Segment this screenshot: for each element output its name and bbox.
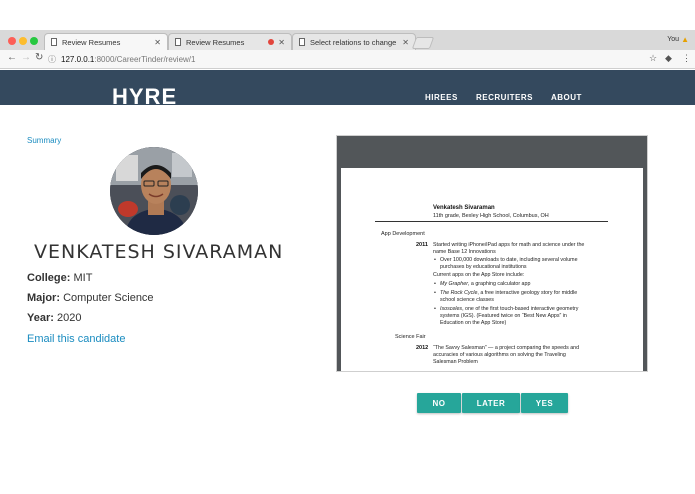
- resume-year-2012: 2012: [416, 345, 429, 351]
- resume-name: Venkatesh Sivaraman: [433, 205, 495, 211]
- year-value: 2020: [56, 312, 82, 324]
- later-button[interactable]: LATER: [462, 393, 520, 413]
- resume-app-item: Isosceles, one of the first touch-based …: [440, 306, 578, 312]
- viewer-border-left: [337, 168, 341, 371]
- tab-label: Select relations to change | Dj: [310, 37, 398, 47]
- resume-line: Started writing iPhone/iPad apps for mat…: [433, 242, 585, 248]
- resume-section-app-dev: App Development: [381, 231, 425, 237]
- resume-line: systems (IGS). (Featured twice on “Best …: [440, 313, 567, 319]
- yes-button[interactable]: YES: [521, 393, 568, 413]
- resume-app-item: The Rock Cycle, a free interactive geolo…: [440, 290, 577, 296]
- close-tab-icon[interactable]: ✕: [278, 38, 285, 47]
- email-candidate-link[interactable]: Email this candidate: [27, 333, 125, 345]
- major-row: Major: Computer Science: [27, 292, 154, 304]
- tab-label: Review Resumes: [62, 37, 121, 47]
- maximize-window-icon[interactable]: [30, 37, 38, 45]
- major-value: Computer Science: [63, 292, 154, 304]
- url-host: 127.0.0.1: [61, 54, 95, 64]
- college-label: College:: [27, 272, 71, 284]
- resume-line: school science classes: [440, 297, 494, 303]
- bookmark-star-icon[interactable]: ☆: [649, 53, 657, 64]
- bullet-icon: •: [434, 281, 436, 287]
- info-icon[interactable]: ⓘ: [48, 54, 56, 65]
- resume-line: Salesman Problem: [433, 359, 478, 365]
- desktop-band: [0, 0, 695, 30]
- resume-viewer[interactable]: Venkatesh Sivaraman 11th grade, Bexley H…: [336, 135, 648, 372]
- app-title: Isosceles: [440, 306, 463, 312]
- menu-icon[interactable]: ⋮: [682, 53, 691, 64]
- avatar: [110, 147, 198, 235]
- year-row: Year: 2020: [27, 312, 81, 324]
- site-header: HYRE HIREES RECRUITERS ABOUT: [0, 70, 695, 105]
- site-logo[interactable]: HYRE: [112, 84, 177, 105]
- resume-line: Current apps on the App Store include:: [433, 272, 525, 278]
- resume-section-science-fair: Science Fair: [395, 334, 426, 340]
- resume-line: name Base 12 Innovations: [433, 249, 496, 255]
- resume-line: Over 100,000 downloads to date, includin…: [440, 257, 578, 263]
- resume-line: Education on the App Store): [440, 320, 507, 326]
- resume-app-item: My Grapher, a graphing calculator app: [440, 281, 530, 287]
- resume-line: purchases by educational institutions: [440, 264, 527, 270]
- document-icon: [299, 38, 305, 46]
- resume-line: accuracies of various algorithms on solv…: [433, 352, 566, 358]
- resume-divider: [375, 221, 608, 222]
- close-tab-icon[interactable]: ✕: [154, 38, 161, 47]
- extension-icon[interactable]: ◆: [665, 53, 672, 64]
- college-value: MIT: [73, 272, 93, 284]
- app-desc: , a graphing calculator app: [467, 281, 531, 287]
- minimize-window-icon[interactable]: [19, 37, 27, 45]
- recording-icon: [268, 39, 275, 45]
- tab-select-relations[interactable]: Select relations to change | Dj ✕: [292, 33, 416, 50]
- close-window-icon[interactable]: [8, 37, 16, 45]
- avatar-photo: [110, 147, 198, 235]
- forward-icon[interactable]: →: [21, 52, 31, 63]
- app-title: My Grapher: [440, 281, 468, 287]
- viewer-border-right: [643, 168, 647, 371]
- resume-year-2011: 2011: [416, 242, 428, 248]
- back-icon[interactable]: ←: [7, 52, 17, 63]
- major-label: Major:: [27, 292, 60, 304]
- close-tab-icon[interactable]: ✕: [402, 38, 409, 47]
- no-button[interactable]: NO: [417, 393, 461, 413]
- nav-about[interactable]: ABOUT: [551, 93, 582, 102]
- address-bar[interactable]: ⓘ 127.0.0.1 :8000/CareerTinder/review/1: [48, 52, 648, 66]
- bullet-icon: •: [434, 257, 436, 263]
- tab-review-resumes-1[interactable]: Review Resumes ✕: [44, 33, 168, 50]
- profile-label[interactable]: You: [667, 36, 679, 43]
- nav-recruiters[interactable]: RECRUITERS: [476, 93, 533, 102]
- college-row: College: MIT: [27, 272, 92, 284]
- viewer-toolbar: [337, 136, 647, 168]
- app-desc: , one of the first touch-based interacti…: [462, 306, 579, 312]
- tab-review-resumes-2[interactable]: Review Resumes ✕: [168, 33, 292, 50]
- warning-icon: ▲: [681, 35, 689, 44]
- bullet-icon: •: [434, 306, 436, 312]
- nav-hirees[interactable]: HIREES: [425, 93, 458, 102]
- resume-line: “The Savvy Salesman” — a project compari…: [433, 345, 580, 351]
- year-label: Year:: [27, 312, 54, 324]
- resume-school: 11th grade, Bexley High School, Columbus…: [433, 213, 549, 219]
- url-path: :8000/CareerTinder/review/1: [94, 54, 196, 64]
- bullet-icon: •: [434, 290, 436, 296]
- summary-link[interactable]: Summary: [27, 136, 61, 145]
- tab-label: Review Resumes: [186, 37, 245, 47]
- app-title: The Rock Cycle: [440, 290, 478, 296]
- document-icon: [51, 38, 57, 46]
- document-icon: [175, 38, 181, 46]
- candidate-name: VENKATESH SIVARAMAN: [34, 241, 284, 263]
- reload-icon[interactable]: ↻: [35, 52, 43, 63]
- app-desc: , a free interactive geology story for m…: [477, 290, 578, 296]
